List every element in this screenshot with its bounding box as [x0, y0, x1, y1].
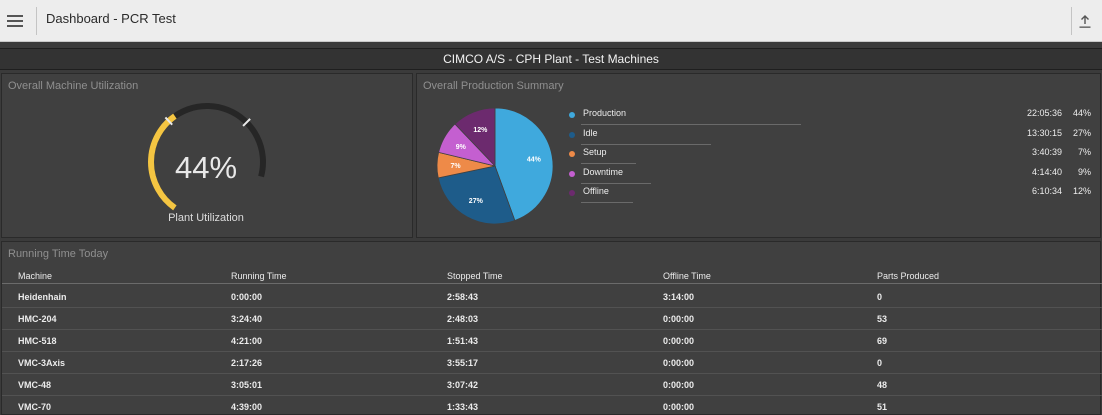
column-header-machine[interactable]: Machine — [18, 271, 52, 281]
cell-parts-produced: 0 — [877, 358, 883, 368]
cell-machine: Heidenhain — [18, 292, 67, 302]
table-row[interactable]: VMC-3Axis 2:17:26 3:55:17 0:00:00 0 — [2, 352, 1102, 374]
table-row[interactable]: VMC-48 3:05:01 3:07:42 0:00:00 48 — [2, 374, 1102, 396]
cell-running-time: 4:21:00 — [231, 336, 263, 346]
legend-item-idle[interactable]: Idle 13:30:15 27% — [569, 128, 1091, 147]
legend-time: 6:10:34 — [1031, 186, 1062, 196]
cell-offline-time: 0:00:00 — [663, 380, 695, 390]
plant-banner: CIMCO A/S - CPH Plant - Test Machines — [0, 48, 1102, 70]
legend-item-offline[interactable]: Offline 6:10:34 12% — [569, 186, 1091, 205]
legend-dot-icon — [569, 190, 575, 196]
cell-running-time: 3:05:01 — [231, 380, 263, 390]
legend-percent: 12% — [1072, 186, 1091, 196]
legend-underline — [581, 182, 651, 184]
column-header-parts-produced[interactable]: Parts Produced — [877, 271, 939, 281]
cell-running-time: 0:00:00 — [231, 292, 263, 302]
legend-percent: 7% — [1077, 147, 1091, 157]
legend-dot-icon — [569, 131, 575, 138]
legend-time: 3:40:39 — [1031, 147, 1062, 157]
column-header-stopped-time[interactable]: Stopped Time — [447, 271, 503, 281]
panel-title: Overall Production Summary — [423, 80, 564, 92]
legend-name: Downtime — [583, 166, 624, 177]
cell-offline-time: 3:14:00 — [663, 292, 695, 302]
cell-offline-time: 0:00:00 — [663, 314, 695, 324]
cell-running-time: 3:24:40 — [231, 314, 263, 324]
pie-label-setup: 7% — [450, 163, 461, 170]
cell-parts-produced: 53 — [877, 314, 888, 324]
cell-offline-time: 0:00:00 — [663, 358, 695, 368]
hamburger-menu-icon[interactable] — [0, 6, 30, 36]
legend-underline — [581, 124, 801, 125]
legend-percent: 27% — [1072, 127, 1091, 138]
upload-icon[interactable] — [1074, 10, 1096, 32]
legend-item-setup[interactable]: Setup 3:40:39 7% — [569, 147, 1091, 166]
cell-parts-produced: 0 — [877, 292, 883, 302]
cell-offline-time: 0:00:00 — [663, 402, 695, 412]
cell-parts-produced: 48 — [877, 380, 888, 390]
cell-stopped-time: 2:48:03 — [447, 314, 479, 324]
cell-machine: VMC-70 — [18, 402, 52, 412]
pie-label-downtime: 9% — [456, 144, 467, 151]
legend-item-downtime[interactable]: Downtime 4:14:40 9% — [569, 167, 1091, 186]
pie-label-production: 44% — [527, 157, 542, 164]
legend-name: Idle — [583, 127, 598, 138]
legend-time: 22:05:36 — [1026, 108, 1062, 118]
cell-parts-produced: 51 — [877, 402, 888, 412]
cell-stopped-time: 3:55:17 — [447, 358, 479, 368]
legend-dot-icon — [569, 151, 575, 157]
legend-item-production[interactable]: Production 22:05:36 44% — [569, 108, 1091, 127]
top-bar: Dashboard - PCR Test — [0, 0, 1102, 42]
cell-running-time: 4:39:00 — [231, 402, 263, 412]
table-row[interactable]: HMC-204 3:24:40 2:48:03 0:00:00 53 — [2, 308, 1102, 330]
legend-name: Offline — [583, 186, 609, 196]
table-row[interactable]: Heidenhain 0:00:00 2:58:43 3:14:00 0 — [2, 286, 1102, 308]
panel-title: Overall Machine Utilization — [8, 80, 139, 92]
table-row[interactable]: HMC-518 4:21:00 1:51:43 0:00:00 69 — [2, 330, 1102, 352]
page-title: Dashboard - PCR Test — [46, 11, 176, 26]
legend-name: Setup — [583, 147, 607, 157]
cell-stopped-time: 1:33:43 — [447, 402, 479, 412]
cell-parts-produced: 69 — [877, 336, 888, 346]
running-time-panel: Running Time Today Machine Running Time … — [1, 241, 1102, 415]
utilization-label: Plant Utilization — [168, 212, 244, 224]
utilization-value: 44% — [174, 150, 238, 185]
legend-percent: 44% — [1072, 108, 1091, 118]
cell-stopped-time: 2:58:43 — [447, 292, 479, 302]
production-summary-panel: Overall Production Summary 44% 27% 7% 9% 12%… — [416, 73, 1101, 238]
production-pie-chart: 44% 27% 7% 9% 12% — [436, 107, 554, 225]
table-header: Machine Running Time Stopped Time Offlin… — [2, 266, 1102, 284]
divider — [1071, 7, 1072, 35]
pie-label-idle: 27% — [469, 198, 484, 205]
legend-dot-icon — [569, 170, 575, 177]
cell-running-time: 2:17:26 — [231, 358, 263, 368]
cell-machine: HMC-204 — [18, 314, 57, 324]
legend-percent: 9% — [1077, 166, 1091, 177]
panel-title: Running Time Today — [8, 248, 109, 260]
column-header-offline-time[interactable]: Offline Time — [663, 271, 711, 281]
cell-offline-time: 0:00:00 — [663, 336, 695, 346]
table-row[interactable]: VMC-70 4:39:00 1:33:43 0:00:00 51 — [2, 396, 1102, 415]
divider — [36, 7, 37, 35]
machine-utilization-panel: Overall Machine Utilization 44% Plant Ut… — [1, 73, 413, 238]
legend-time: 4:14:40 — [1031, 166, 1062, 177]
legend-underline — [581, 202, 633, 203]
legend-underline — [581, 163, 636, 164]
legend-underline — [581, 143, 711, 145]
legend-name: Production — [583, 108, 627, 118]
legend-dot-icon — [569, 112, 575, 118]
legend-time: 13:30:15 — [1026, 127, 1062, 138]
cell-stopped-time: 3:07:42 — [447, 380, 479, 390]
pie-label-offline: 12% — [473, 127, 488, 134]
cell-machine: HMC-518 — [18, 336, 57, 346]
cell-stopped-time: 1:51:43 — [447, 336, 479, 346]
cell-machine: VMC-48 — [18, 380, 52, 390]
column-header-running-time[interactable]: Running Time — [231, 271, 287, 281]
cell-machine: VMC-3Axis — [18, 358, 66, 368]
